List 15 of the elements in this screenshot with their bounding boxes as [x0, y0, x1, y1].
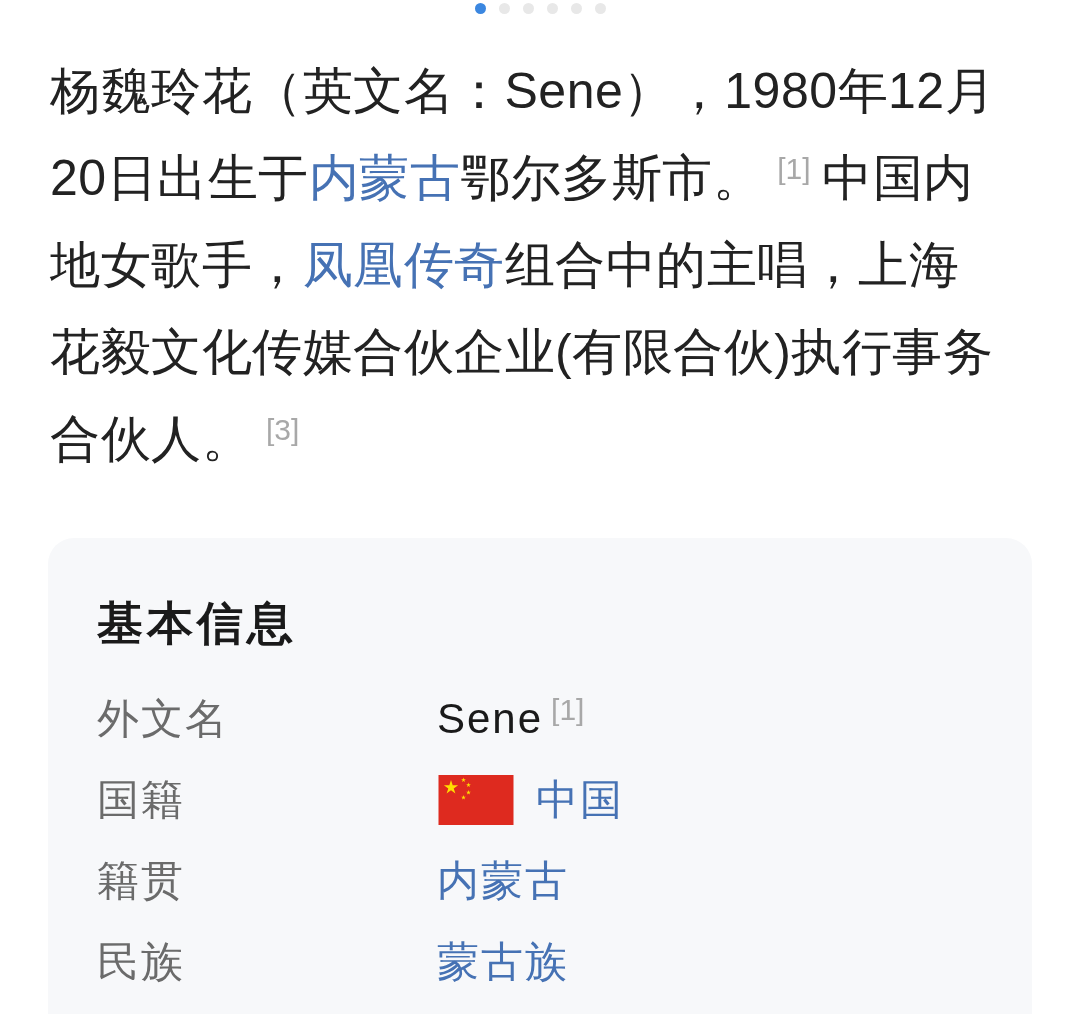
flag-icon	[437, 774, 515, 825]
value-link[interactable]: 内蒙古	[437, 852, 569, 909]
field-label: 民族	[97, 936, 186, 987]
field-label: 国籍	[97, 774, 186, 825]
field-value: Sene	[437, 694, 544, 743]
value-link[interactable]: 中国	[536, 771, 624, 828]
footnote-link[interactable]: [3]	[266, 413, 300, 446]
intro-paragraph: 杨魏玲花（英文名：Sene），1980年12月20日出生于内蒙古鄂尔多斯市。 $^{[1]}$ 中国内地女歌手，凤凰传奇组合中的主唱，上海花毅文化传媒合伙企业(有限合伙)执行事务合伙人。 $^{[3]}$	[50, 62, 997, 469]
footnote-link[interactable]: [1]	[777, 152, 811, 185]
value-link[interactable]: 蒙古族	[437, 933, 569, 990]
field-label: 籍贯	[97, 855, 186, 906]
inline-link[interactable]: 内蒙古	[308, 150, 461, 206]
inline-link[interactable]: 凤凰传奇	[302, 237, 505, 293]
card-title: 基本信息	[97, 596, 298, 651]
field-label: 外文名	[97, 693, 230, 744]
